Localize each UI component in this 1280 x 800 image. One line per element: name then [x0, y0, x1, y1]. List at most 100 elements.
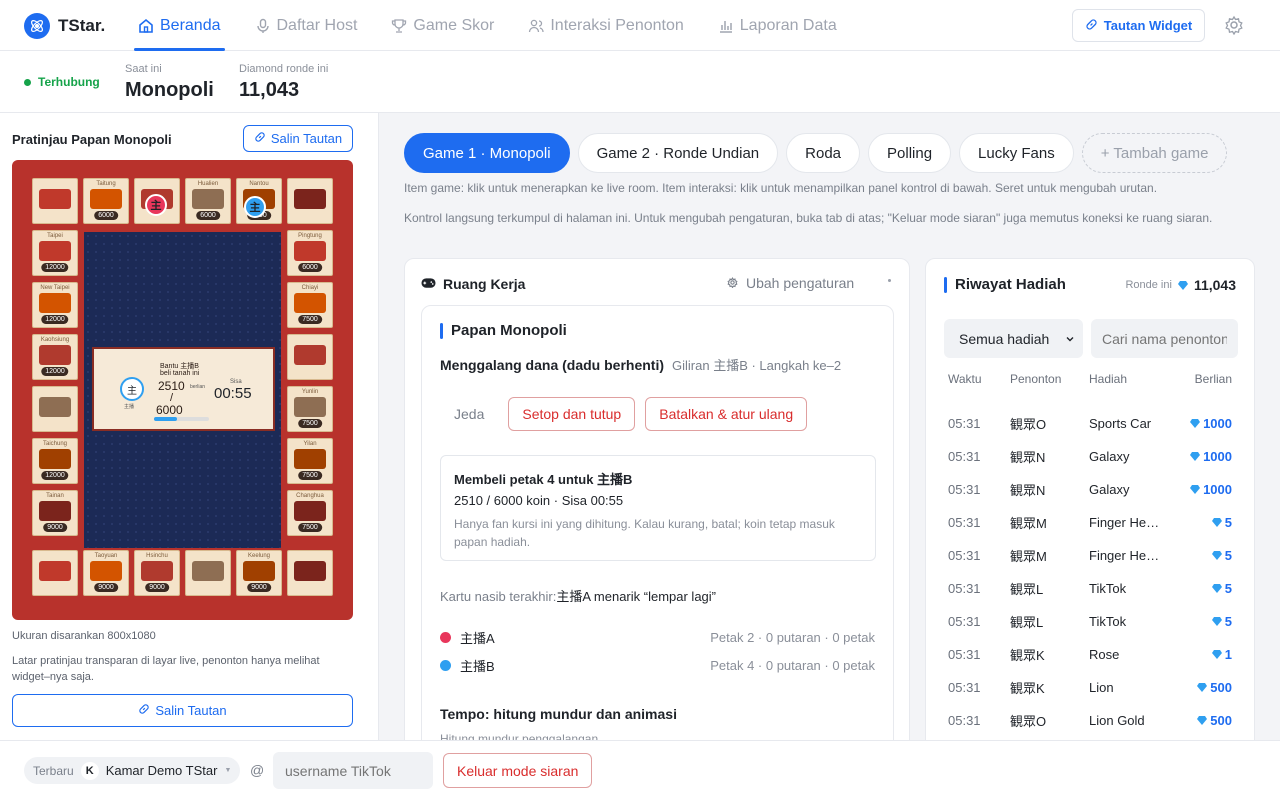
tiktok-username-input[interactable] — [273, 752, 433, 789]
tab-game-2[interactable]: Game 2 · Ronde Undian — [577, 133, 779, 173]
tile-price: 7500 — [298, 419, 322, 428]
diamond-stat: Diamond ronde ini 11,043 — [239, 63, 328, 102]
copy-link-bottom-label: Salin Tautan — [155, 703, 227, 718]
round-label: Ronde ini — [1125, 279, 1172, 291]
gear-icon[interactable] — [1224, 15, 1244, 36]
gift-diamonds: 5 — [1211, 515, 1232, 530]
gift-diamonds-value: 1 — [1224, 647, 1232, 662]
connection-label: Terhubung — [38, 75, 100, 89]
board-tile: Yunlin 7500 — [287, 386, 333, 432]
nav-daftar-host[interactable]: Daftar Host — [251, 0, 362, 51]
viewer-search-input[interactable] — [1091, 319, 1238, 358]
tile-price: 7500 — [298, 471, 322, 480]
player-a-stats: Petak 2 · 0 putaran · 0 petak — [710, 629, 875, 645]
copy-link-bottom-button[interactable]: Salin Tautan — [12, 694, 353, 727]
diamond-icon — [1190, 485, 1201, 494]
nav-label: Game Skor — [413, 16, 495, 34]
tile-name: Changhua — [296, 493, 324, 499]
gift-viewer: 観眾O — [1010, 714, 1047, 729]
tile-name: Kaohsiung — [40, 337, 70, 343]
gift-time: 05:31 — [948, 515, 981, 530]
tile-illustration — [294, 397, 326, 417]
tab-roda[interactable]: Roda — [786, 133, 861, 173]
app-logo[interactable]: TStar. — [24, 13, 105, 39]
footer-bar: Terbaru K Kamar Demo TStar ▼ @ Keluar mo… — [0, 740, 1280, 800]
current-game-stat: Saat ini Monopoli — [125, 63, 214, 102]
diamond-icon — [1211, 584, 1222, 593]
nav-label: Interaksi Penonton — [550, 16, 684, 34]
card-amount-unit: berlian — [190, 384, 206, 390]
accent-bar — [440, 322, 443, 339]
gift-viewer: 観眾K — [1010, 648, 1045, 663]
tile-price: 9000 — [145, 583, 169, 592]
token-b-label: 主 — [249, 202, 261, 214]
nav-beranda[interactable]: Beranda — [134, 0, 225, 51]
player-b-dot — [440, 659, 451, 671]
gift-row: 05:31 観眾O Sports Car 1000 — [926, 407, 1254, 440]
board-tile — [287, 178, 333, 224]
diamond-icon — [1211, 518, 1222, 527]
gift-history-panel: Riwayat Hadiah Ronde ini 11,043 Semua ha… — [925, 258, 1255, 758]
gift-time: 05:31 — [948, 482, 981, 497]
player-b-name: 主播B — [460, 658, 495, 674]
nav-label: Daftar Host — [276, 16, 358, 34]
col-viewer: Penonton — [1010, 372, 1062, 386]
col-gift: Hadiah — [1089, 372, 1128, 386]
phase-meta: Giliran 主播B · Langkah ke–2 — [672, 358, 842, 373]
diamond-label: Diamond ronde ini — [239, 63, 329, 75]
board-tile: Taichung 12000 — [32, 438, 78, 484]
top-navigation: TStar. Beranda Daftar Host Game Skor Int… — [0, 0, 1280, 51]
size-hint: Ukuran disarankan 800x1080 — [12, 630, 156, 642]
diamond-value: 11,043 — [239, 79, 300, 101]
token-host-b: 主 — [244, 196, 266, 218]
more-icon[interactable] — [888, 279, 891, 282]
tile-name: Taipei — [47, 233, 63, 239]
workspace-header: Ruang Kerja — [421, 276, 525, 292]
board-tile: Yilan 7500 — [287, 438, 333, 484]
widget-link-button[interactable]: Tautan Widget — [1072, 9, 1205, 42]
nav-game-skor[interactable]: Game Skor — [387, 0, 498, 51]
room-avatar: K — [80, 761, 99, 780]
phase-row: Menggalang dana (dadu berhenti) Giliran … — [440, 355, 841, 374]
diamond-icon — [1211, 617, 1222, 626]
gift-time: 05:31 — [948, 581, 981, 596]
pause-button[interactable]: Jeda — [440, 397, 498, 431]
gift-diamonds-value: 1000 — [1203, 449, 1232, 464]
link-icon — [254, 131, 266, 146]
purchase-progress: 2510 / 6000 koin · Sisa 00:55 — [454, 493, 624, 508]
player-row-b: 主播B Petak 4 · 0 putaran · 0 petak — [440, 656, 875, 674]
tile-name: Nantou — [249, 181, 269, 187]
recent-label: Terbaru — [33, 763, 74, 778]
nav-interaksi-penonton[interactable]: Interaksi Penonton — [524, 0, 687, 51]
microphone-icon — [255, 18, 271, 34]
tile-name: Yilan — [303, 441, 317, 447]
widget-link-label: Tautan Widget — [1103, 18, 1193, 33]
settings-link[interactable]: Ubah pengaturan — [727, 275, 854, 291]
link-icon — [138, 703, 150, 718]
exit-broadcast-button[interactable]: Keluar mode siaran — [443, 753, 593, 788]
trophy-icon — [391, 18, 407, 34]
settle-button[interactable]: Setop dan tutup — [508, 397, 636, 431]
nav-laporan-data[interactable]: Laporan Data — [714, 0, 841, 51]
diamond-icon — [1197, 683, 1208, 692]
round-value: 11,043 — [1193, 277, 1236, 293]
nav-label: Beranda — [160, 16, 221, 34]
nav-label: Laporan Data — [739, 16, 837, 34]
link-icon — [1085, 18, 1098, 34]
gift-filter-select[interactable]: Semua hadiah — [944, 319, 1083, 358]
tab-game-1[interactable]: Game 1 · Monopoli — [404, 133, 570, 173]
gift-name: Finger Heart — [1089, 548, 1161, 563]
room-selector[interactable]: Terbaru K Kamar Demo TStar ▼ — [24, 757, 241, 784]
last-card-row: Kartu nasib terakhir:主播A menarik “lempar… — [440, 586, 716, 605]
tile-illustration — [141, 561, 173, 581]
tab-lucky-fans[interactable]: Lucky Fans — [959, 133, 1074, 173]
add-game-button[interactable]: + Tambah game — [1081, 133, 1228, 173]
player-a-dot — [440, 631, 451, 643]
board-tile: Pingtung 6000 — [287, 230, 333, 276]
gift-history-header: Riwayat Hadiah — [944, 276, 1066, 293]
gift-diamonds: 5 — [1211, 581, 1232, 596]
tab-polling[interactable]: Polling — [868, 133, 952, 173]
cancel-reset-button[interactable]: Batalkan & atur ulang — [645, 397, 808, 431]
card-target: 6000 — [156, 403, 183, 417]
copy-link-button[interactable]: Salin Tautan — [243, 125, 353, 152]
